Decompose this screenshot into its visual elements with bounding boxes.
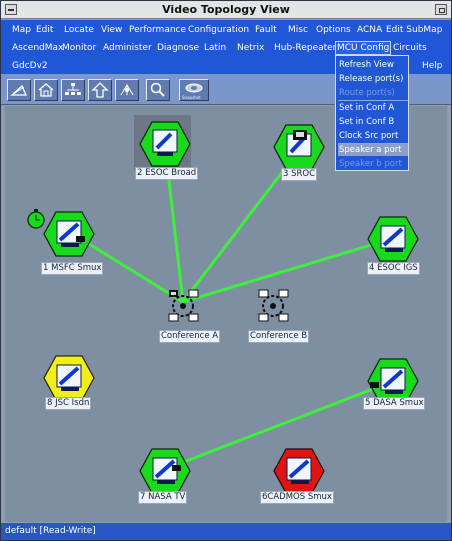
menu-circuits[interactable]: Circuits bbox=[392, 42, 428, 54]
clock-source-icon[interactable] bbox=[25, 208, 47, 230]
menuitem-speaker-a-port[interactable]: Speaker a port bbox=[338, 144, 408, 156]
status-text: default [Read-Write] bbox=[5, 526, 96, 536]
node-5-label: 5 DASA Smux bbox=[363, 397, 426, 410]
menu-separator bbox=[338, 100, 408, 101]
home-icon bbox=[38, 83, 54, 97]
menu-configuration[interactable]: Configuration bbox=[187, 24, 250, 36]
network-button[interactable] bbox=[61, 79, 85, 101]
search-button[interactable] bbox=[146, 79, 170, 101]
menuitem-route-ports: Route port(s) bbox=[339, 88, 395, 98]
node-1-msfc-smux[interactable] bbox=[43, 210, 95, 262]
node-6-label: 6CADMOS Smux bbox=[260, 491, 334, 504]
video-node-icon bbox=[273, 448, 325, 494]
menu-fault[interactable]: Fault bbox=[254, 24, 278, 36]
node-4-label: 4 ESOC IGS bbox=[367, 262, 420, 275]
conference-b-icon[interactable] bbox=[251, 282, 295, 326]
menu-latin[interactable]: Latin bbox=[203, 42, 227, 54]
menu-edit[interactable]: Edit bbox=[35, 24, 54, 36]
video-topology-window: Video Topology View Map Edit Locate View… bbox=[0, 0, 452, 541]
search-icon bbox=[150, 82, 165, 97]
up-arrow-icon bbox=[91, 82, 109, 98]
node-2-label: 2 ESOC Broad bbox=[135, 167, 199, 180]
menu-acna[interactable]: ACNA bbox=[356, 24, 383, 36]
node-8-label: 8 JSC Isdn bbox=[45, 397, 92, 410]
node-2-esoc-broad[interactable] bbox=[139, 120, 191, 172]
maximize-button[interactable] bbox=[435, 4, 447, 15]
menu-mcu-config[interactable]: MCU Config bbox=[335, 41, 392, 55]
menuitem-set-conf-b[interactable]: Set in Conf B bbox=[338, 116, 408, 128]
video-node-icon bbox=[43, 211, 95, 257]
snapshot-label: Snapshot bbox=[182, 95, 201, 100]
menuitem-clock-src-port[interactable]: Clock Src port bbox=[338, 130, 408, 142]
video-node-icon bbox=[367, 216, 419, 262]
menuitem-release-ports[interactable]: Release port(s) bbox=[338, 73, 408, 85]
video-node-icon bbox=[43, 355, 95, 401]
node-4-esoc-igs[interactable] bbox=[367, 215, 419, 267]
video-node-icon bbox=[273, 124, 325, 170]
window-menu-button[interactable] bbox=[5, 4, 17, 15]
video-node-icon bbox=[139, 448, 191, 494]
menuitem-set-conf-a[interactable]: Set in Conf A bbox=[338, 102, 408, 114]
menu-monitor[interactable]: Monitor bbox=[61, 42, 97, 54]
menu-misc[interactable]: Misc bbox=[287, 24, 309, 36]
conference-a-icon[interactable] bbox=[161, 282, 205, 326]
window-title: Video Topology View bbox=[162, 3, 290, 16]
menu-hub-repeater[interactable]: Hub-Repeater bbox=[273, 42, 337, 54]
menu-map[interactable]: Map bbox=[11, 24, 32, 36]
conference-a-label: Conference A bbox=[159, 330, 221, 343]
video-node-icon bbox=[139, 121, 191, 167]
up-level-button[interactable] bbox=[88, 79, 112, 101]
topology-button[interactable] bbox=[115, 79, 139, 101]
menu-view[interactable]: View bbox=[100, 24, 123, 36]
close-map-icon bbox=[10, 84, 28, 96]
menu-help[interactable]: Help bbox=[421, 60, 444, 72]
mcu-config-dropdown: Refresh View Release port(s) Route port(… bbox=[335, 55, 409, 171]
menuitem-speaker-b-port: Speaker b port bbox=[339, 159, 402, 169]
menu-edit-submap[interactable]: Edit SubMap bbox=[385, 24, 443, 36]
menu-options[interactable]: Options bbox=[315, 24, 352, 36]
title-bar: Video Topology View bbox=[1, 1, 451, 19]
menuitem-refresh-view[interactable]: Refresh View bbox=[338, 59, 408, 71]
menu-netrix[interactable]: Netrix bbox=[236, 42, 265, 54]
network-icon bbox=[65, 83, 81, 95]
home-button[interactable] bbox=[34, 79, 58, 101]
node-1-label: 1 MSFC Smux bbox=[41, 262, 104, 275]
menu-performance[interactable]: Performance bbox=[128, 24, 187, 36]
menu-gdcdv2[interactable]: GdcDv2 bbox=[11, 60, 49, 72]
topology-icon bbox=[120, 84, 134, 96]
node-7-label: 7 NASA TV bbox=[138, 491, 188, 504]
menu-ascendmax[interactable]: AscendMax bbox=[11, 42, 64, 54]
menu-locate[interactable]: Locate bbox=[63, 24, 95, 36]
conference-b-label: Conference B bbox=[248, 330, 310, 343]
snapshot-button[interactable]: Snapshot bbox=[179, 79, 209, 101]
node-3-label: 3 SROC bbox=[281, 168, 318, 181]
menu-administer[interactable]: Administer bbox=[102, 42, 153, 54]
close-map-button[interactable] bbox=[7, 79, 31, 101]
menu-diagnose[interactable]: Diagnose bbox=[156, 42, 200, 54]
status-bar: default [Read-Write] bbox=[1, 523, 451, 540]
